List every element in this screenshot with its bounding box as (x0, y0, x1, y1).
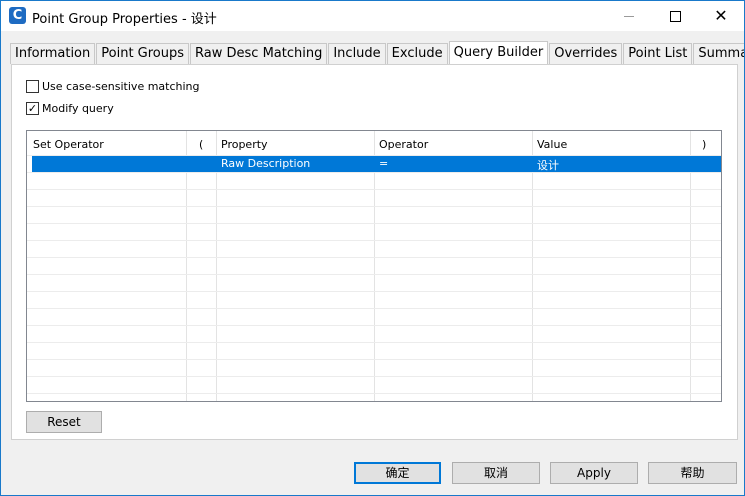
tab-point-groups[interactable]: Point Groups (96, 43, 190, 64)
dialog-window: C Point Group Properties - 设计 ✕ Informat… (0, 0, 745, 496)
cell-operator[interactable]: = (379, 157, 388, 170)
close-icon: ✕ (714, 6, 728, 25)
row-divider (27, 342, 721, 343)
column-header-set-operator[interactable]: Set Operator (33, 138, 104, 151)
case-sensitive-option[interactable]: Use case-sensitive matching (26, 80, 200, 93)
tab-raw-desc-matching[interactable]: Raw Desc Matching (190, 43, 328, 64)
row-divider (27, 206, 721, 207)
row-divider (27, 172, 721, 173)
row-divider (27, 189, 721, 190)
minimize-icon (624, 15, 634, 17)
column-header-property[interactable]: Property (221, 138, 268, 151)
title-bar[interactable]: C Point Group Properties - 设计 ✕ (1, 1, 744, 31)
row-divider (27, 291, 721, 292)
tab-summary[interactable]: Summary (693, 43, 744, 64)
row-divider (27, 223, 721, 224)
query-builder-panel: Use case-sensitive matching ✓ Modify que… (11, 64, 738, 440)
app-icon: C (9, 7, 26, 24)
row-divider (27, 274, 721, 275)
case-sensitive-label: Use case-sensitive matching (42, 80, 200, 93)
reset-button[interactable]: Reset (26, 411, 102, 433)
tab-strip: Information Point Groups Raw Desc Matchi… (10, 41, 744, 64)
row-divider (27, 393, 721, 394)
window-title: Point Group Properties - 设计 (32, 12, 217, 27)
modify-query-checkbox[interactable]: ✓ (26, 102, 39, 115)
tab-query-builder[interactable]: Query Builder (448, 41, 549, 64)
table-row[interactable] (32, 156, 721, 172)
case-sensitive-checkbox[interactable] (26, 80, 39, 93)
row-divider (27, 308, 721, 309)
column-header-close-paren[interactable]: ) (702, 138, 706, 151)
column-header-operator[interactable]: Operator (379, 138, 428, 151)
tab-exclude[interactable]: Exclude (386, 43, 448, 64)
apply-button[interactable]: Apply (550, 462, 638, 484)
close-button[interactable]: ✕ (698, 1, 744, 31)
cell-property[interactable]: Raw Description (221, 157, 310, 170)
minimize-button[interactable] (606, 1, 652, 31)
modify-query-label: Modify query (42, 102, 114, 115)
row-divider (27, 257, 721, 258)
cancel-button[interactable]: 取消 (452, 462, 540, 484)
row-divider (27, 240, 721, 241)
maximize-icon (669, 10, 681, 22)
query-grid[interactable]: Set Operator ( Property Operator Value )… (26, 130, 722, 402)
row-divider (27, 359, 721, 360)
row-divider (27, 376, 721, 377)
tab-overrides[interactable]: Overrides (549, 43, 623, 64)
tab-include[interactable]: Include (328, 43, 386, 64)
help-button[interactable]: 帮助 (648, 462, 737, 484)
tab-information[interactable]: Information (10, 43, 96, 64)
column-header-open-paren[interactable]: ( (199, 138, 203, 151)
ok-button[interactable]: 确定 (354, 462, 441, 484)
cell-value[interactable]: 设计 (537, 157, 559, 173)
row-divider (27, 325, 721, 326)
tab-point-list[interactable]: Point List (623, 43, 693, 64)
modify-query-option[interactable]: ✓ Modify query (26, 102, 114, 115)
maximize-button[interactable] (652, 1, 698, 31)
column-header-value[interactable]: Value (537, 138, 567, 151)
checkmark-icon: ✓ (27, 102, 38, 115)
